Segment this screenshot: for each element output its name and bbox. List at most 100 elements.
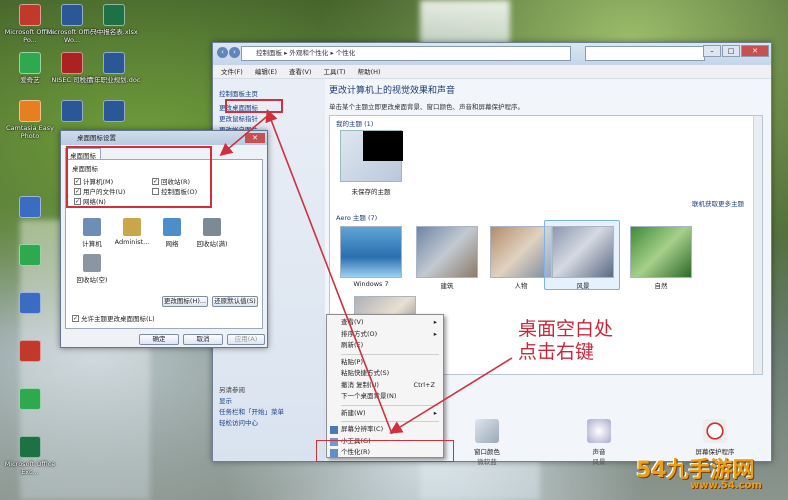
desktop-icon-preview[interactable]: Administ... [112, 218, 152, 246]
highlight-personalize [316, 440, 454, 462]
menu-tools[interactable]: 工具(T) [324, 65, 346, 78]
highlight-checkbox-group [66, 146, 212, 208]
preview-icon [203, 218, 221, 236]
theme-characters-thumb[interactable] [490, 226, 552, 278]
sound-item[interactable]: 声音 风景 [569, 419, 629, 466]
apply-button[interactable]: 应用(A) [227, 334, 265, 345]
search-input[interactable] [585, 46, 705, 61]
app-icon [19, 436, 41, 458]
aero-themes-label: Aero 主题 (7) [336, 214, 378, 222]
context-menu-item[interactable]: 撤消 复制(U) Ctrl+Z [327, 380, 443, 392]
submenu-arrow-icon: ▸ [433, 318, 437, 326]
annotation-text: 桌面空白处 点击右键 [518, 318, 614, 363]
desktop-icon-preview[interactable]: 网络 [152, 218, 192, 248]
music-note-icon [587, 419, 611, 443]
ok-button[interactable]: 确定 [139, 334, 179, 345]
unsaved-theme-label: 未保存的主题 [351, 188, 391, 196]
desktop-icon[interactable] [2, 244, 58, 268]
menu-separator [341, 353, 439, 355]
app-icon [103, 4, 125, 26]
context-menu: 查看(V) ▸ 排序方式(O) ▸ 刷新(E) 粘贴(P) 粘贴快捷方式(S) 撤消 复制(U… [326, 314, 444, 458]
menu-bar: 文件(F) 编辑(E) 查看(V) 工具(T) 帮助(H) [213, 65, 771, 79]
maximize-button[interactable]: □ [722, 45, 740, 57]
desktop-icon[interactable]: 青年职业规划.doc [86, 52, 142, 84]
context-menu-item[interactable]: 新建(W) ▸ [327, 408, 443, 420]
window-color-icon [475, 419, 499, 443]
address-bar[interactable]: 控制面板 ▸ 外观和个性化 ▸ 个性化 [241, 46, 571, 61]
menu-edit[interactable]: 编辑(E) [255, 65, 277, 78]
preview-icon [163, 218, 181, 236]
link-taskbar[interactable]: 任务栏和「开始」菜单 [219, 407, 284, 418]
theme-windows7-thumb[interactable] [340, 226, 402, 278]
context-menu-item[interactable]: 粘贴快捷方式(S) [327, 368, 443, 380]
title-bar: ‹ › 控制面板 ▸ 外观和个性化 ▸ 个性化 – □ ✕ [213, 43, 771, 65]
link-ease-of-access[interactable]: 轻松访问中心 [219, 418, 284, 429]
desktop-icon-preview[interactable]: 计算机 [72, 218, 112, 248]
context-menu-item[interactable]: 下一个桌面背景(N) [327, 391, 443, 403]
desktop-icon-label: 只中报名表.xlsx [90, 28, 138, 36]
cancel-button[interactable]: 取消 [183, 334, 223, 345]
desktop-icon[interactable] [2, 388, 58, 412]
restore-default-button[interactable]: 还原默认值(S) [212, 296, 258, 307]
app-icon [61, 52, 83, 74]
menu-separator [341, 404, 439, 406]
desktop-icon[interactable] [86, 100, 142, 124]
desktop-icon[interactable]: 只中报名表.xlsx [86, 4, 142, 36]
context-menu-item[interactable]: 粘贴(P) [327, 357, 443, 369]
watermark-url: www.54.com [690, 480, 762, 491]
app-icon [19, 292, 41, 314]
desktop-icon[interactable] [2, 340, 58, 364]
menu-file[interactable]: 文件(F) [221, 65, 243, 78]
page-title: 更改计算机上的视觉效果和声音 [329, 86, 456, 96]
dialog-close-button[interactable]: ✕ [245, 133, 265, 143]
theme-landscape-label: 风景 [576, 282, 590, 290]
minimize-button[interactable]: – [703, 45, 721, 57]
scrollbar[interactable] [753, 116, 762, 374]
forward-icon[interactable]: › [229, 47, 240, 58]
app-icon [19, 52, 41, 74]
close-button[interactable]: ✕ [741, 45, 769, 57]
dialog-title: 桌面图标设置 [61, 131, 267, 145]
theme-architecture-thumb[interactable] [416, 226, 478, 278]
app-icon [19, 4, 41, 26]
change-icon-button[interactable]: 更改图标(H)... [162, 296, 208, 307]
allow-themes-checkbox[interactable]: ✓ 允许主题更改桌面图标(L) [72, 313, 155, 323]
window-color-item[interactable]: 窗口颜色 微软蓝 [457, 419, 517, 466]
app-icon [103, 100, 125, 122]
unsaved-theme-thumb[interactable] [340, 130, 403, 182]
app-icon [103, 52, 125, 74]
desktop-icon[interactable]: Microsoft Office Exc... [2, 436, 58, 476]
desktop-icon[interactable] [2, 196, 58, 220]
context-menu-item[interactable]: 排序方式(O) ▸ [327, 329, 443, 341]
link-change-mouse-pointer[interactable]: 更改鼠标指针 [219, 114, 319, 125]
desktop-icon-preview[interactable]: 回收站(空) [72, 254, 112, 284]
theme-nature-label: 自然 [654, 282, 668, 290]
preview-icon [83, 254, 101, 272]
desktop-icon[interactable] [2, 292, 58, 316]
menu-separator [341, 421, 439, 422]
desktop-icon-preview[interactable]: 回收站(满) [192, 218, 232, 248]
theme-architecture-label: 建筑 [440, 282, 454, 290]
back-icon[interactable]: ‹ [217, 47, 228, 58]
submenu-arrow-icon: ▸ [433, 329, 437, 338]
page-subtitle: 单击某个主题立即更改桌面背景、窗口颜色、声音和屏幕保护程序。 [329, 103, 524, 111]
menu-view[interactable]: 查看(V) [289, 65, 312, 78]
menu-item-icon [330, 426, 338, 434]
theme-nature-thumb[interactable] [630, 226, 692, 278]
preview-icon [83, 218, 101, 236]
highlight-change-desktop-icons [225, 99, 283, 113]
menu-help[interactable]: 帮助(H) [358, 65, 381, 78]
theme-landscape-thumb[interactable] [552, 226, 614, 278]
app-icon [19, 340, 41, 362]
preview-icon [123, 218, 141, 236]
app-icon [19, 244, 41, 266]
app-icon [19, 100, 41, 122]
context-menu-item[interactable]: 刷新(E) [327, 340, 443, 352]
link-online-themes[interactable]: 联机获取更多主题 [692, 198, 744, 208]
context-menu-item[interactable]: 查看(V) ▸ [327, 317, 443, 329]
context-menu-item[interactable]: 屏幕分辨率(C) [327, 424, 443, 436]
app-icon [61, 4, 83, 26]
link-display[interactable]: 显示 [219, 396, 284, 407]
app-icon [61, 100, 83, 122]
desktop-icon-label: Microsoft Office Exc... [4, 460, 56, 476]
